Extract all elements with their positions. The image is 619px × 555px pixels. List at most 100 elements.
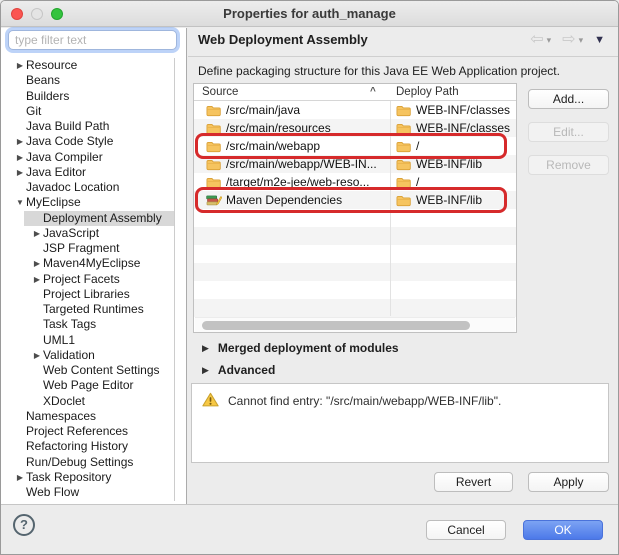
view-menu-icon[interactable]: ▼ [594,34,605,46]
sidebar-item-project-libraries[interactable]: Project Libraries [1,287,174,302]
expanded-arrow-icon[interactable]: ▼ [14,195,26,210]
table-row[interactable]: /src/main/javaWEB-INF/classes [194,101,516,119]
folder-icon [396,140,412,153]
forward-dropdown-icon[interactable]: ▾ [579,35,584,46]
remove-button[interactable]: Remove [528,155,609,175]
sidebar-item-java-code-style[interactable]: ▶Java Code Style [1,134,174,149]
table-empty-row[interactable] [194,299,516,317]
cancel-button[interactable]: Cancel [426,520,506,540]
collapsed-arrow-icon[interactable]: ▶ [14,58,26,73]
sidebar-item-label: Run/Debug Settings [26,455,133,470]
add-button[interactable]: Add... [528,89,609,109]
sidebar-item-namespaces[interactable]: Namespaces [1,409,174,424]
collapsed-arrow-icon[interactable]: ▶ [31,348,43,363]
sidebar-item-maven4myeclipse[interactable]: ▶Maven4MyEclipse [1,256,174,271]
sort-ascending-icon: ^ [370,86,376,97]
sidebar-item-java-editor[interactable]: ▶Java Editor [1,165,174,180]
sidebar-item-javascript[interactable]: ▶JavaScript [1,226,174,241]
sidebar-item-web-content-settings[interactable]: Web Content Settings [1,363,174,378]
sidebar-item-project-references[interactable]: Project References [1,424,174,439]
sidebar-item-label: Project References [26,424,128,439]
sidebar-item-git[interactable]: Git [1,104,174,119]
collapsed-arrow-icon[interactable]: ▶ [14,165,26,180]
folder-icon [206,104,222,117]
table-empty-row[interactable] [194,209,516,227]
deploy-path-value: WEB-INF/lib [416,157,482,171]
column-header-deploy[interactable]: Deploy Path [396,86,459,98]
ok-button[interactable]: OK [523,520,603,540]
sidebar-item-label: Builders [26,89,69,104]
source-value: /src/main/webapp [226,139,320,153]
sidebar-item-task-repository[interactable]: ▶Task Repository [1,470,174,485]
sidebar-item-run-debug-settings[interactable]: Run/Debug Settings [1,455,174,470]
deploy-path-cell: / [390,175,516,189]
scrollbar-thumb[interactable] [202,321,470,330]
apply-button[interactable]: Apply [528,472,609,492]
sidebar-item-jsp-fragment[interactable]: JSP Fragment [1,241,174,256]
sidebar-item-label: MyEclipse [26,195,81,210]
section-advanced[interactable]: ▶ Advanced [202,363,275,377]
sidebar-item-uml1[interactable]: UML1 [1,333,174,348]
collapsed-arrow-icon[interactable]: ▶ [31,256,43,271]
sidebar-item-targeted-runtimes[interactable]: Targeted Runtimes [1,302,174,317]
zoom-window-button[interactable] [51,8,63,20]
edit-button[interactable]: Edit... [528,122,609,142]
deploy-path-value: / [416,139,419,153]
sidebar-item-task-tags[interactable]: Task Tags [1,317,174,332]
source-cell: /src/main/java [194,103,390,117]
sidebar-item-resource[interactable]: ▶Resource [1,58,174,73]
table-row[interactable]: /src/main/webapp/WEB-IN...WEB-INF/lib [194,155,516,173]
collapsed-arrow-icon[interactable]: ▶ [14,134,26,149]
sidebar-item-project-facets[interactable]: ▶Project Facets [1,272,174,287]
forward-arrow-icon[interactable]: ⇨ [562,32,575,48]
deploy-path-cell: / [390,139,516,153]
sidebar-item-web-flow[interactable]: Web Flow [1,485,174,500]
table-empty-row[interactable] [194,245,516,263]
warning-box: Cannot find entry: "/src/main/webapp/WEB… [191,383,609,463]
sidebar-item-label: Deployment Assembly [43,211,162,226]
maven-dependencies-icon [206,194,222,207]
sidebar: ▶ResourceBeansBuildersGitJava Build Path… [1,28,187,504]
table-row[interactable]: /src/main/resourcesWEB-INF/classes [194,119,516,137]
sidebar-item-web-page-editor[interactable]: Web Page Editor [1,378,174,393]
sidebar-item-java-compiler[interactable]: ▶Java Compiler [1,150,174,165]
sidebar-item-java-build-path[interactable]: Java Build Path [1,119,174,134]
table-empty-row[interactable] [194,263,516,281]
back-dropdown-icon[interactable]: ▾ [547,35,552,46]
sidebar-item-label: JSP Fragment [43,241,119,256]
revert-button[interactable]: Revert [434,472,513,492]
sidebar-item-refactoring-history[interactable]: Refactoring History [1,439,174,454]
sidebar-item-xdoclet[interactable]: XDoclet [1,394,174,409]
horizontal-scrollbar[interactable] [195,317,515,332]
filter-input[interactable] [8,30,177,50]
collapsed-arrow-icon[interactable]: ▶ [31,226,43,241]
sidebar-item-javadoc-location[interactable]: Javadoc Location [1,180,174,195]
sidebar-item-validation[interactable]: ▶Validation [1,348,174,363]
sidebar-item-beans[interactable]: Beans [1,73,174,88]
source-value: /target/m2e-jee/web-reso... [226,175,369,189]
sidebar-item-builders[interactable]: Builders [1,89,174,104]
section-merged-deployment[interactable]: ▶ Merged deployment of modules [202,341,399,355]
column-header-source[interactable]: Source [202,86,238,98]
preferences-tree: ▶ResourceBeansBuildersGitJava Build Path… [1,58,175,501]
sidebar-item-deployment-assembly[interactable]: Deployment Assembly [1,211,174,226]
table-empty-row[interactable] [194,227,516,245]
sidebar-item-myeclipse[interactable]: ▼MyEclipse [1,195,174,210]
table-header: Source ^ Deploy Path [194,84,516,101]
table-row[interactable]: /target/m2e-jee/web-reso... / [194,173,516,191]
minimize-window-button[interactable] [31,8,43,20]
table-row[interactable]: /src/main/webapp / [194,137,516,155]
source-cell: Maven Dependencies [194,193,390,207]
table-empty-row[interactable] [194,281,516,299]
sidebar-item-label: Maven4MyEclipse [43,256,140,271]
table-row[interactable]: Maven DependenciesWEB-INF/lib [194,191,516,209]
collapsed-arrow-icon[interactable]: ▶ [14,470,26,485]
help-button[interactable]: ? [13,514,35,536]
back-arrow-icon[interactable]: ⇦ [530,32,543,48]
close-window-button[interactable] [11,8,23,20]
sidebar-item-label: XDoclet [43,394,85,409]
collapsed-arrow-icon[interactable]: ▶ [31,272,43,287]
folder-icon [396,104,412,117]
collapsed-arrow-icon[interactable]: ▶ [14,150,26,165]
folder-icon [396,176,412,189]
